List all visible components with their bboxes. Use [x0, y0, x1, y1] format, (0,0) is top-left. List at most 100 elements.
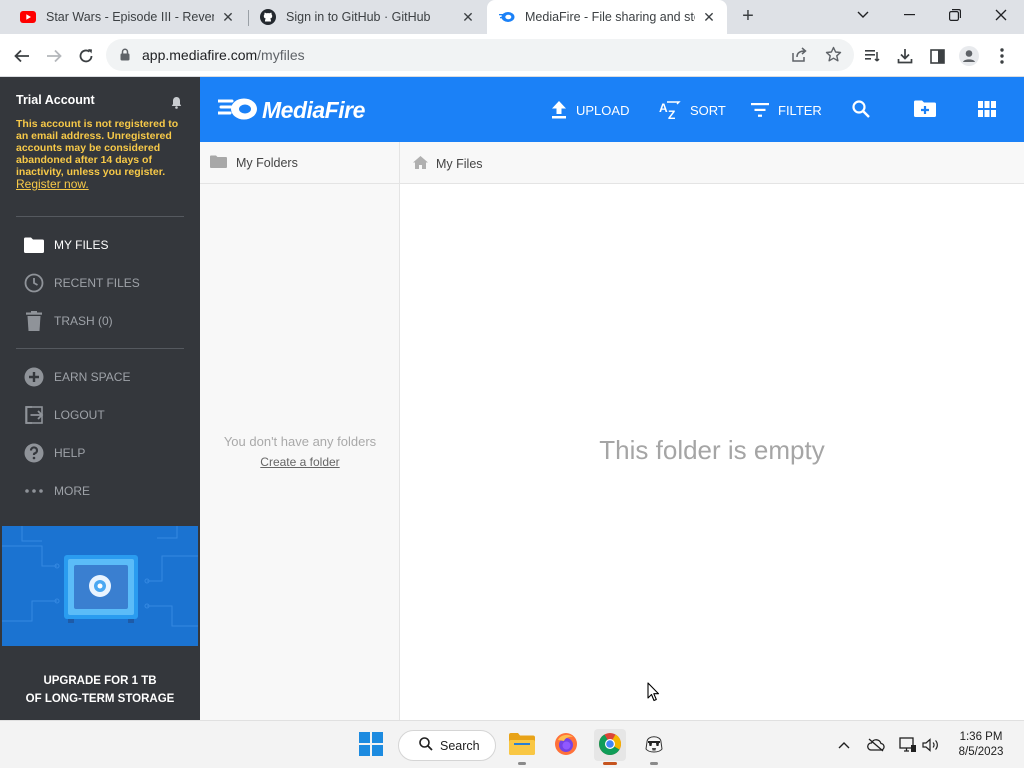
empty-folder-message: This folder is empty — [599, 435, 825, 465]
new-folder-button[interactable] — [914, 99, 936, 121]
folder-icon — [24, 235, 44, 255]
breadcrumb: My Files — [400, 142, 1024, 184]
tab-close-icon[interactable]: ✕ — [460, 9, 476, 25]
tab-close-icon[interactable]: ✕ — [701, 9, 717, 25]
sidebar-item-label: HELP — [54, 446, 86, 460]
browser-menu-icon[interactable] — [988, 42, 1016, 70]
taskbar: Search 1:36 PM 8/5/2023 — [0, 720, 1024, 768]
tab-github[interactable]: Sign in to GitHub · GitHub ✕ — [248, 0, 486, 34]
sidebar-item-label: EARN SPACE — [54, 370, 131, 384]
folders-header[interactable]: My Folders — [200, 142, 400, 184]
taskbar-search-label: Search — [440, 738, 480, 753]
reload-icon[interactable] — [72, 42, 100, 70]
svg-text:A: A — [659, 101, 668, 115]
tab-youtube[interactable]: Star Wars - Episode III - Revenge ✕ — [8, 0, 246, 34]
restore-icon[interactable] — [932, 0, 978, 30]
show-hidden-icons-chevron-icon[interactable] — [834, 735, 854, 755]
volume-icon[interactable] — [921, 735, 941, 755]
upload-button[interactable]: UPLOAD — [551, 99, 629, 121]
windows-logo-icon — [359, 731, 383, 759]
upgrade-promo-text[interactable]: UPGRADE FOR 1 TB OF LONG-TERM STORAGE — [0, 672, 200, 708]
tab-title: MediaFire - File sharing and stora — [525, 10, 695, 24]
back-arrow-icon[interactable] — [8, 42, 36, 70]
sidebar-item-recent-files[interactable]: RECENT FILES — [24, 272, 184, 294]
sidebar-item-trash[interactable]: TRASH (0) — [24, 310, 184, 332]
breadcrumb-my-files[interactable]: My Files — [436, 157, 483, 171]
upload-icon — [551, 101, 567, 119]
tab-title: Star Wars - Episode III - Revenge — [46, 10, 214, 24]
new-tab-button[interactable]: + — [736, 5, 760, 29]
upload-label: UPLOAD — [576, 102, 630, 118]
clock-icon — [24, 273, 44, 293]
file-explorer-icon — [509, 732, 535, 758]
taskbar-firefox[interactable] — [550, 729, 582, 761]
logout-icon — [24, 405, 44, 425]
address-bar[interactable]: app.mediafire.com/myfiles — [106, 39, 854, 71]
tab-close-icon[interactable]: ✕ — [220, 9, 236, 25]
lock-icon — [120, 48, 130, 64]
promo-line-2: OF LONG-TERM STORAGE — [25, 693, 175, 705]
onedrive-offline-icon[interactable] — [866, 735, 886, 755]
url-host: app.mediafire.com — [142, 47, 258, 63]
sort-az-icon: AZ — [659, 101, 681, 119]
sidebar-item-earn-space[interactable]: EARN SPACE — [24, 366, 184, 388]
active-indicator — [603, 762, 617, 765]
files-pane: My Files This folder is empty — [400, 142, 1024, 720]
filter-button[interactable]: FILTER — [751, 99, 822, 121]
youtube-icon — [20, 9, 36, 25]
bell-icon[interactable] — [171, 96, 182, 112]
taskbar-clock[interactable]: 1:36 PM 8/5/2023 — [950, 730, 1012, 760]
profile-avatar-icon[interactable] — [955, 42, 983, 70]
url-path: /myfiles — [257, 47, 305, 63]
svg-text:Z: Z — [668, 108, 675, 119]
sort-label: SORT — [690, 102, 726, 118]
minimize-icon[interactable] — [886, 0, 932, 30]
sidebar-divider — [16, 216, 184, 217]
trash-icon — [24, 311, 44, 331]
taskbar-search[interactable]: Search — [398, 730, 496, 761]
grid-view-icon — [978, 100, 996, 120]
taskbar-file-explorer[interactable] — [506, 729, 538, 765]
sort-button[interactable]: AZ SORT — [659, 99, 726, 121]
forward-arrow-icon[interactable] — [40, 42, 68, 70]
sidebar-item-label: MY FILES — [54, 238, 109, 252]
app-header: MediaFire UPLOAD AZ SORT FILTER — [200, 77, 1024, 142]
taskbar-stormtrooper-app[interactable] — [638, 729, 670, 765]
sidebar-item-label: RECENT FILES — [54, 276, 140, 290]
tab-mediafire[interactable]: MediaFire - File sharing and stora ✕ — [487, 0, 727, 34]
browser-tab-strip: Star Wars - Episode III - Revenge ✕ Sign… — [0, 0, 1024, 34]
sidebar-item-logout[interactable]: LOGOUT — [24, 404, 184, 426]
mediafire-logo-text: MediaFire — [262, 97, 365, 123]
close-window-icon[interactable] — [978, 0, 1024, 30]
bookmark-star-icon[interactable] — [825, 46, 842, 66]
side-panel-icon[interactable] — [923, 42, 951, 70]
clock-time: 1:36 PM — [959, 731, 1003, 743]
app-sidebar: Trial Account This account is not regist… — [0, 77, 200, 720]
mediafire-icon — [499, 9, 515, 25]
tab-search-chevron-icon[interactable] — [840, 0, 886, 30]
sidebar-item-more[interactable]: MORE — [24, 480, 184, 502]
create-folder-link[interactable]: Create a folder — [200, 455, 400, 469]
upgrade-promo-image[interactable] — [2, 526, 198, 646]
sidebar-item-label: TRASH (0) — [54, 314, 113, 328]
sidebar-item-help[interactable]: HELP — [24, 442, 184, 464]
network-icon[interactable] — [898, 735, 918, 755]
download-icon[interactable] — [891, 42, 919, 70]
share-icon[interactable] — [791, 47, 807, 66]
start-button[interactable] — [355, 729, 387, 761]
reading-list-icon[interactable] — [859, 42, 887, 70]
sidebar-item-my-files[interactable]: MY FILES — [24, 234, 184, 256]
url-text: app.mediafire.com/myfiles — [142, 47, 305, 63]
promo-line-1: UPGRADE FOR 1 TB — [43, 675, 157, 687]
folders-title: My Folders — [236, 156, 298, 170]
taskbar-chrome[interactable] — [594, 729, 626, 765]
mediafire-logo[interactable]: MediaFire — [216, 97, 365, 124]
register-link[interactable]: Register now. — [16, 177, 89, 191]
firefox-icon — [554, 732, 578, 759]
mouse-cursor-icon — [647, 682, 661, 705]
account-warning-text: This account is not registered to an ema… — [16, 118, 179, 178]
plus-circle-icon — [24, 367, 44, 387]
home-icon[interactable] — [413, 156, 428, 172]
search-button[interactable] — [852, 99, 870, 121]
grid-view-button[interactable] — [978, 99, 996, 121]
